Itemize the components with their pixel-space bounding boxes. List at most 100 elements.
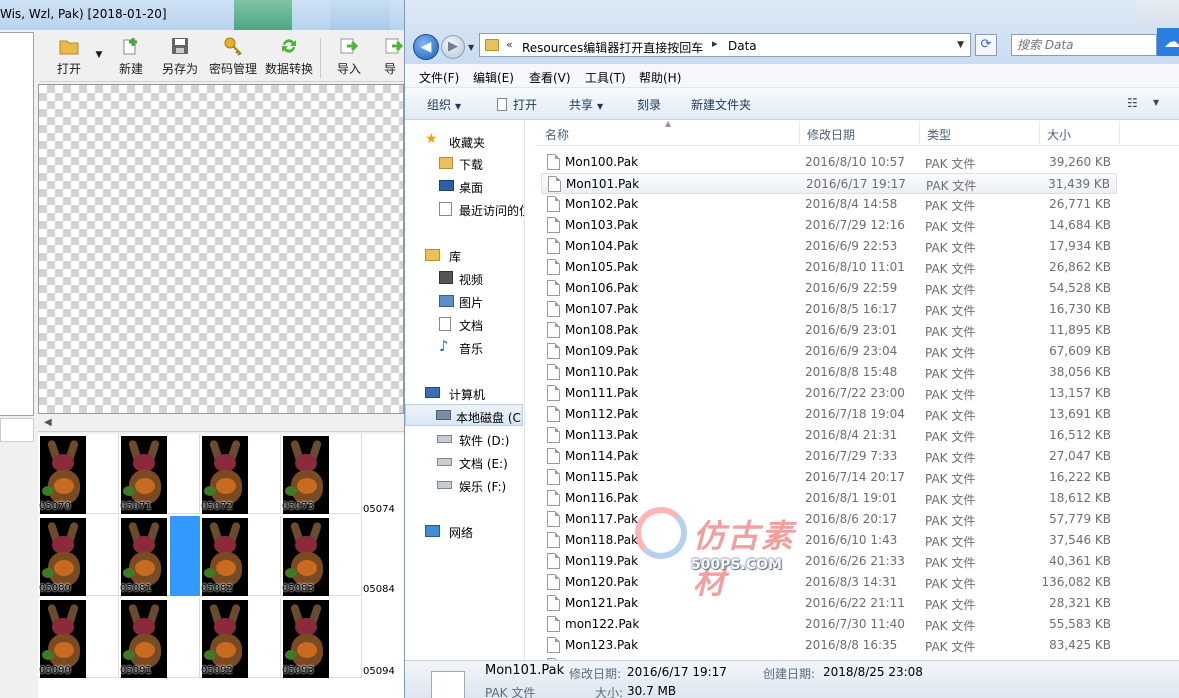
nav-disk-f[interactable]: 娱乐 (F:) <box>405 474 523 496</box>
column-header-size[interactable]: 大小 <box>1047 126 1071 143</box>
import-button[interactable]: 导入 <box>334 36 364 82</box>
column-divider[interactable] <box>1039 122 1040 144</box>
view-options-dropdown[interactable]: ▼ <box>1153 98 1159 107</box>
address-dropdown-icon[interactable]: ▼ <box>957 40 964 50</box>
share-button[interactable]: 共享 ▼ <box>569 96 603 113</box>
frame-thumbnail[interactable]: 05090 <box>38 598 119 678</box>
file-row[interactable]: Mon102.Pak 2016/8/4 14:58 PAK 文件 26,771 KB <box>541 194 1117 215</box>
search-input[interactable] <box>1012 35 1148 55</box>
frame-thumbnail-grid[interactable]: 05070 05071 05072 05073 05074 05080 0508… <box>38 434 404 698</box>
export-button[interactable]: 导 <box>378 36 404 82</box>
file-row[interactable]: Mon118.Pak 2016/6/10 1:43 PAK 文件 37,546 KB <box>541 530 1117 551</box>
frame-thumbnail[interactable]: 05082 <box>200 516 281 596</box>
organize-button[interactable]: 组织 ▼ <box>427 96 461 113</box>
nav-disk-e[interactable]: 文档 (E:) <box>405 451 523 473</box>
open-file-button[interactable]: 打开 <box>497 96 537 113</box>
nav-documents[interactable]: 文档 <box>405 313 523 335</box>
file-row[interactable]: mon122.Pak 2016/7/30 11:40 PAK 文件 55,583 KB <box>541 614 1117 635</box>
nav-computer[interactable]: 计算机 <box>405 382 523 404</box>
recent-locations-dropdown[interactable]: ▼ <box>468 43 474 52</box>
breadcrumb-resources[interactable]: Resources编辑器打开直接按回车 <box>522 39 703 56</box>
file-row[interactable]: Mon114.Pak 2016/7/29 7:33 PAK 文件 27,047 KB <box>541 446 1117 467</box>
frame-thumbnail[interactable]: 05091 <box>119 598 200 678</box>
frame-thumbnail[interactable]: 05083 <box>281 516 362 596</box>
frame-thumbnail[interactable]: 05073 <box>281 434 362 514</box>
refresh-button[interactable]: ⟳ <box>975 34 997 56</box>
nav-network[interactable]: 网络 <box>405 520 523 542</box>
column-divider[interactable] <box>919 122 920 144</box>
nav-pictures[interactable]: 图片 <box>405 290 523 312</box>
editor-tree-panel[interactable] <box>0 32 34 416</box>
file-row[interactable]: Mon108.Pak 2016/6/9 23:01 PAK 文件 11,895 KB <box>541 320 1117 341</box>
forward-button[interactable]: ▶ <box>441 35 465 59</box>
nav-libraries[interactable]: 库 <box>405 244 523 266</box>
menu-tools[interactable]: 工具(T) <box>585 69 626 86</box>
menu-help[interactable]: 帮助(H) <box>639 69 681 86</box>
breadcrumb-data[interactable]: Data <box>728 39 757 53</box>
nav-videos[interactable]: 视频 <box>405 267 523 289</box>
file-row[interactable]: Mon107.Pak 2016/8/5 16:17 PAK 文件 16,730 KB <box>541 299 1117 320</box>
image-preview-canvas[interactable] <box>38 84 404 414</box>
file-list[interactable]: ▲ 名称 修改日期 类型 大小 Mon100.Pak 2016/8/10 10:5… <box>535 120 1179 660</box>
frame-thumbnail[interactable]: 05092 <box>200 598 281 678</box>
new-folder-button[interactable]: 新建文件夹 <box>691 96 751 113</box>
save-as-button[interactable]: 另存为 <box>160 36 200 82</box>
window-controls[interactable] <box>1136 0 1179 26</box>
frame-thumbnail[interactable]: 05080 <box>38 516 119 596</box>
file-row[interactable]: Mon103.Pak 2016/7/29 12:16 PAK 文件 14,684 KB <box>541 215 1117 236</box>
burn-button[interactable]: 刻录 <box>637 96 661 113</box>
menu-edit[interactable]: 编辑(E) <box>473 69 514 86</box>
menu-view[interactable]: 查看(V) <box>529 69 571 86</box>
column-header-type[interactable]: 类型 <box>927 126 951 143</box>
column-divider[interactable] <box>1119 122 1120 144</box>
nav-music[interactable]: ♪ 音乐 <box>405 336 523 358</box>
frame-thumbnail[interactable]: 05071 <box>119 434 200 514</box>
file-row[interactable]: Mon116.Pak 2016/8/1 19:01 PAK 文件 18,612 KB <box>541 488 1117 509</box>
column-header-name[interactable]: 名称 <box>545 126 569 143</box>
breadcrumb-separator-icon[interactable]: ▸ <box>712 37 718 50</box>
file-row[interactable]: Mon110.Pak 2016/8/8 15:48 PAK 文件 38,056 KB <box>541 362 1117 383</box>
file-row[interactable]: Mon120.Pak 2016/8/3 14:31 PAK 文件 136,082 KB <box>541 572 1117 593</box>
file-row[interactable]: Mon113.Pak 2016/8/4 21:31 PAK 文件 16,512 KB <box>541 425 1117 446</box>
file-row[interactable]: Mon106.Pak 2016/6/9 22:59 PAK 文件 54,528 KB <box>541 278 1117 299</box>
open-button[interactable]: 打开 <box>54 36 84 82</box>
nav-favorites[interactable]: ★ 收藏夹 <box>405 130 523 152</box>
file-row[interactable]: Mon115.Pak 2016/7/14 20:17 PAK 文件 16,222 KB <box>541 467 1117 488</box>
scroll-left-icon[interactable]: ◀ <box>44 417 52 428</box>
view-options-icon[interactable]: ☷ <box>1127 96 1138 110</box>
frame-thumbnail[interactable]: 05093 <box>281 598 362 678</box>
file-row[interactable]: Mon121.Pak 2016/6/22 21:11 PAK 文件 28,321 KB <box>541 593 1117 614</box>
double-chevron-icon[interactable]: « <box>506 38 513 51</box>
address-bar[interactable]: « Resources编辑器打开直接按回车 ▸ Data ▼ <box>479 33 971 57</box>
convert-button[interactable]: 数据转换 <box>262 36 316 82</box>
cloud-sync-button[interactable]: ☁ <box>1157 28 1179 56</box>
preview-horizontal-scrollbar[interactable]: ◀ <box>38 414 404 432</box>
column-divider[interactable] <box>799 122 800 144</box>
file-row[interactable]: Mon109.Pak 2016/6/9 23:04 PAK 文件 67,609 KB <box>541 341 1117 362</box>
file-row[interactable]: Mon117.Pak 2016/8/6 20:17 PAK 文件 57,779 KB <box>541 509 1117 530</box>
search-box[interactable] <box>1011 34 1157 56</box>
frame-thumbnail-selected[interactable]: 05081 <box>119 516 200 596</box>
frame-thumbnail[interactable]: 05070 <box>38 434 119 514</box>
nav-recent[interactable]: 最近访问的位 <box>405 198 524 220</box>
file-row[interactable]: Mon104.Pak 2016/6/9 22:53 PAK 文件 17,934 KB <box>541 236 1117 257</box>
new-button[interactable]: 新建 <box>116 36 146 82</box>
nav-disk-c[interactable]: 本地磁盘 (C <box>405 404 523 426</box>
file-row[interactable]: Mon100.Pak 2016/8/10 10:57 PAK 文件 39,260 KB <box>541 152 1117 173</box>
file-row[interactable]: Mon123.Pak 2016/8/8 16:35 PAK 文件 83,425 KB <box>541 635 1117 656</box>
frame-label: 05074 <box>363 504 395 515</box>
column-header-date[interactable]: 修改日期 <box>807 126 855 143</box>
nav-disk-d[interactable]: 软件 (D:) <box>405 428 523 450</box>
file-row[interactable]: Mon105.Pak 2016/8/10 11:01 PAK 文件 26,862 KB <box>541 257 1117 278</box>
command-bar: 组织 ▼ 打开 共享 ▼ 刻录 新建文件夹 ☷ ▼ <box>405 88 1179 120</box>
menu-file[interactable]: 文件(F) <box>419 69 459 86</box>
nav-downloads[interactable]: 下载 <box>405 152 523 174</box>
file-row[interactable]: Mon112.Pak 2016/7/18 19:04 PAK 文件 13,691 KB <box>541 404 1117 425</box>
nav-desktop[interactable]: 桌面 <box>405 175 523 197</box>
file-row[interactable]: Mon119.Pak 2016/6/26 21:33 PAK 文件 40,361 KB <box>541 551 1117 572</box>
password-button[interactable]: 密码管理 <box>206 36 260 82</box>
frame-thumbnail[interactable]: 05072 <box>200 434 281 514</box>
file-row[interactable]: Mon111.Pak 2016/7/22 23:00 PAK 文件 13,157 KB <box>541 383 1117 404</box>
back-button[interactable]: ◀ <box>413 34 439 60</box>
file-row[interactable]: Mon101.Pak 2016/6/17 19:17 PAK 文件 31,439 KB <box>541 173 1117 194</box>
